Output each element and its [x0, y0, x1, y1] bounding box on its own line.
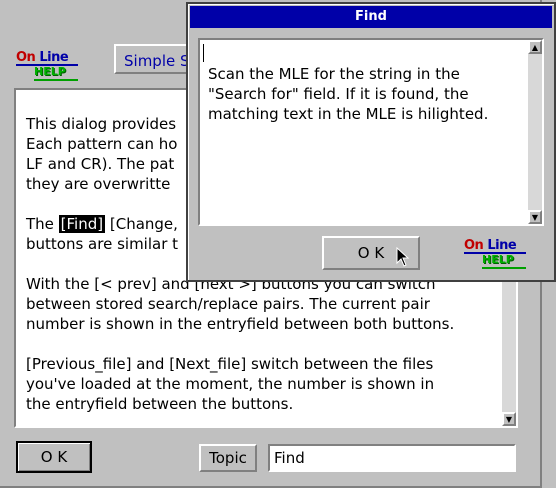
down-arrow-icon[interactable]: ▼: [502, 412, 516, 426]
text-caret: [203, 44, 204, 62]
find-text-area[interactable]: Scan the MLE for the string in the "Sear…: [198, 38, 544, 226]
help-ok-button[interactable]: O K: [16, 441, 92, 473]
help-title-label: Simple S: [124, 52, 190, 70]
find-dialog: Find Scan the MLE for the string in the …: [186, 2, 556, 282]
mouse-pointer-icon: [396, 247, 410, 267]
find-text-content: Scan the MLE for the string in the "Sear…: [208, 65, 489, 123]
find-vertical-scrollbar[interactable]: ▲ ▼: [528, 40, 542, 224]
topic-input[interactable]: Find: [268, 444, 516, 472]
help-paragraph-3: With the [< prev] and [next >] buttons y…: [26, 275, 455, 333]
online-help-logo-icon: On Line HELP: [464, 238, 526, 272]
topic-button[interactable]: Topic: [199, 444, 257, 472]
help-paragraph-4: [Previous_file] and [Next_file] switch b…: [26, 355, 435, 413]
up-arrow-icon[interactable]: ▲: [528, 40, 542, 54]
down-arrow-icon[interactable]: ▼: [528, 210, 542, 224]
find-link[interactable]: [Find]: [58, 215, 106, 233]
online-help-logo-icon: On Line HELP: [16, 50, 78, 84]
find-title-bar[interactable]: Find: [190, 6, 552, 28]
find-scroll-track[interactable]: [528, 54, 542, 210]
